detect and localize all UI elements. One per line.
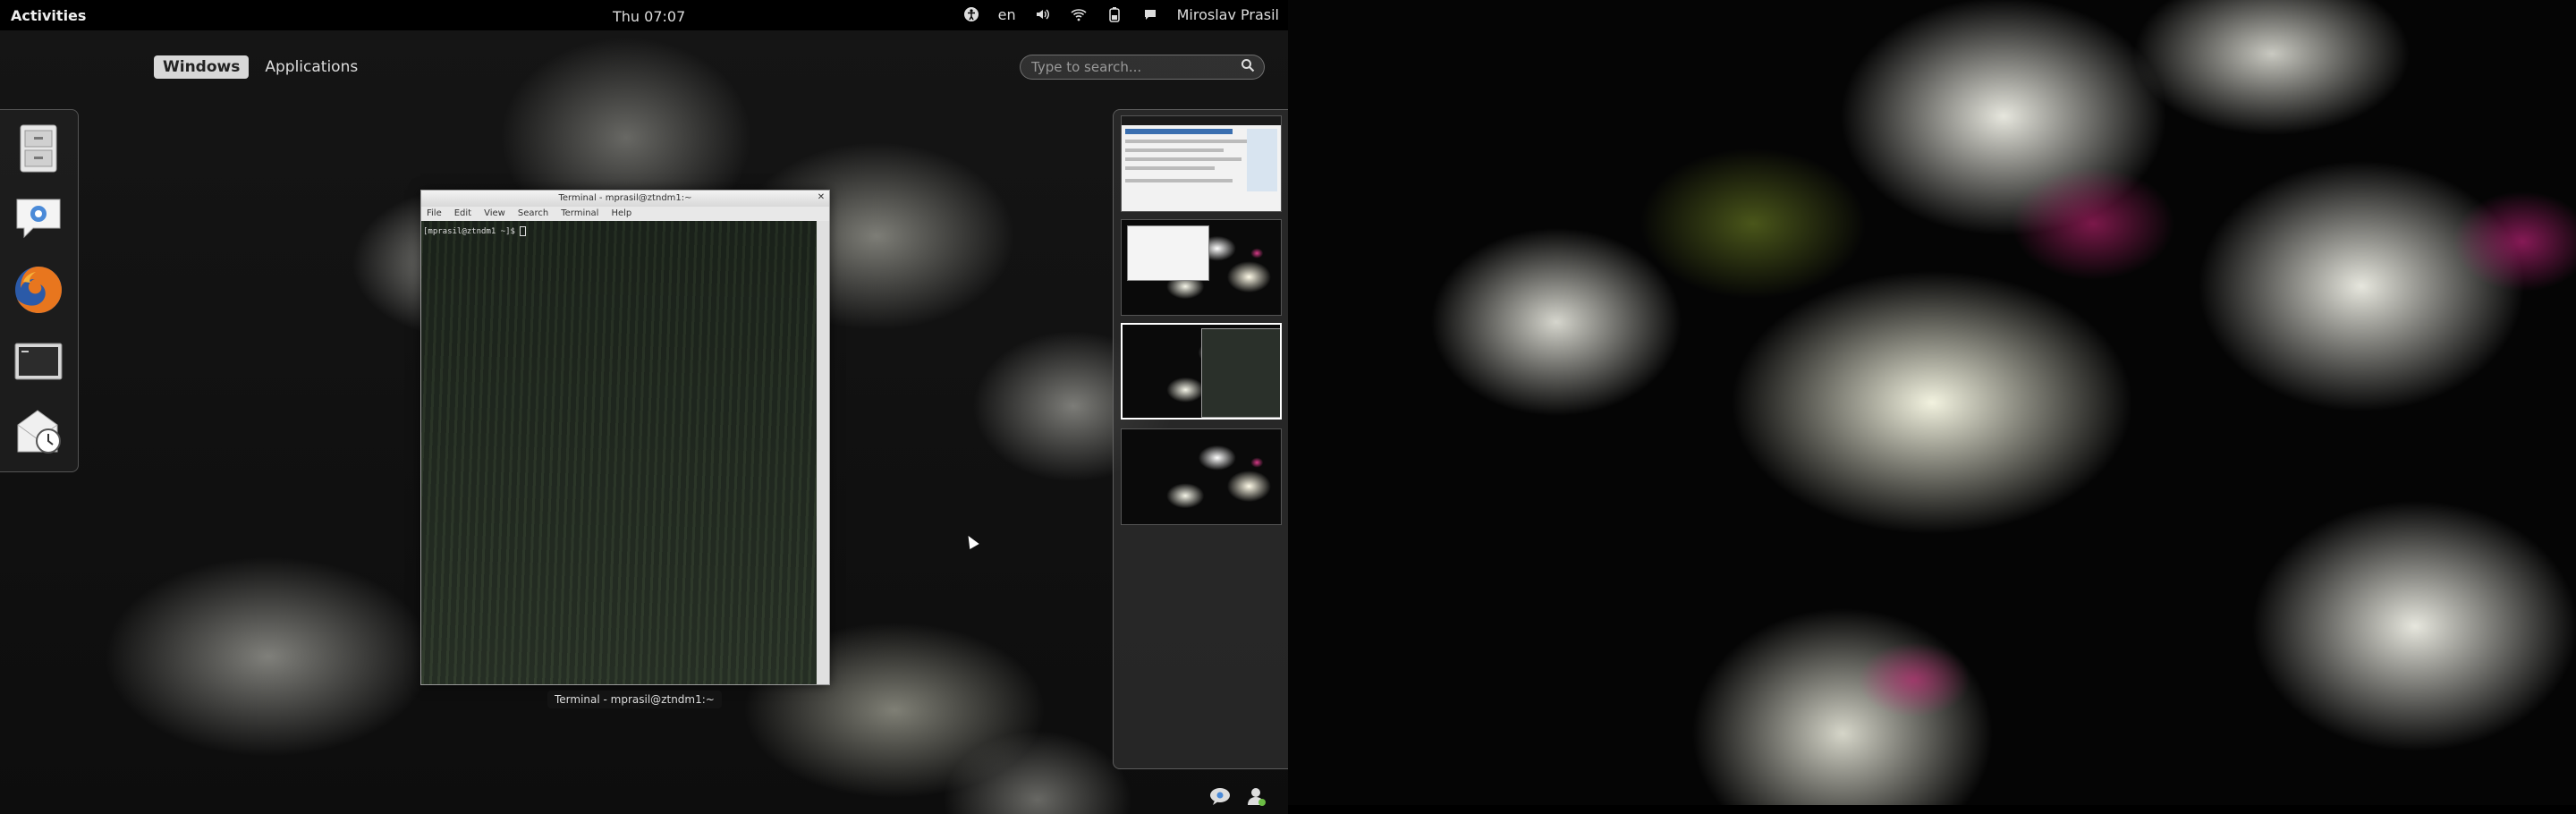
top-panel: Activities Thu 07:07 en Miroslav Prasil xyxy=(0,0,1288,30)
status-area: en Miroslav Prasil xyxy=(962,5,1279,23)
menu-edit[interactable]: Edit xyxy=(454,207,471,221)
user-menu[interactable]: Miroslav Prasil xyxy=(1177,6,1279,23)
workspace-switcher xyxy=(1113,109,1288,769)
user-presence-icon[interactable] xyxy=(1245,785,1267,807)
window-title-bar: Terminal - mprasil@ztndm1:~ ✕ xyxy=(421,191,829,207)
tab-applications[interactable]: Applications xyxy=(256,55,367,79)
message-tray xyxy=(1209,785,1267,807)
activities-button[interactable]: Activities xyxy=(11,7,86,24)
wifi-icon[interactable] xyxy=(1070,5,1088,23)
empathy-chat-icon[interactable] xyxy=(9,189,68,248)
mail-clock-icon[interactable] xyxy=(9,402,68,461)
terminal-output[interactable]: [mprasil@ztndm1 ~]$ xyxy=(421,221,817,684)
view-selector: Windows Applications xyxy=(154,55,367,79)
search-box xyxy=(1020,55,1265,80)
terminal-icon[interactable] xyxy=(9,332,68,391)
screen-edge xyxy=(1288,805,2576,814)
menu-search[interactable]: Search xyxy=(518,207,548,221)
terminal-window-thumbnail[interactable]: Terminal - mprasil@ztndm1:~ ✕ File Edit … xyxy=(420,190,830,685)
cursor xyxy=(520,226,527,236)
window-title: Terminal - mprasil@ztndm1:~ xyxy=(558,193,692,203)
keyboard-layout-indicator[interactable]: en xyxy=(998,5,1016,23)
window-caption: Terminal - mprasil@ztndm1:~ xyxy=(547,691,722,708)
workspace-thumbnail-2[interactable] xyxy=(1121,219,1282,316)
accessibility-icon[interactable] xyxy=(962,5,980,23)
terminal-menu-bar: File Edit View Search Terminal Help xyxy=(421,207,829,221)
chat-bubble-icon[interactable] xyxy=(1209,785,1231,807)
clock[interactable]: Thu 07:07 xyxy=(613,8,685,25)
battery-icon[interactable] xyxy=(1106,5,1123,23)
menu-file[interactable]: File xyxy=(427,207,442,221)
workspace-thumbnail-1[interactable] xyxy=(1121,115,1282,212)
volume-icon[interactable] xyxy=(1034,5,1052,23)
search-input[interactable] xyxy=(1030,58,1241,76)
workspace-thumbnail-4[interactable] xyxy=(1121,428,1282,525)
secondary-monitor-wallpaper xyxy=(1288,0,2576,805)
chat-status-icon xyxy=(1141,5,1159,23)
firefox-icon[interactable] xyxy=(9,260,68,319)
menu-help[interactable]: Help xyxy=(611,207,631,221)
close-icon[interactable]: ✕ xyxy=(815,191,827,204)
menu-terminal[interactable]: Terminal xyxy=(561,207,598,221)
tab-windows[interactable]: Windows xyxy=(154,55,250,79)
file-cabinet-icon[interactable] xyxy=(9,119,68,178)
scrollbar[interactable] xyxy=(817,221,829,684)
workspace-thumbnail-3-active[interactable] xyxy=(1121,323,1282,420)
menu-view[interactable]: View xyxy=(484,207,505,221)
dash xyxy=(0,109,79,472)
terminal-prompt: [mprasil@ztndm1 ~]$ xyxy=(423,227,521,236)
search-icon xyxy=(1241,58,1255,76)
